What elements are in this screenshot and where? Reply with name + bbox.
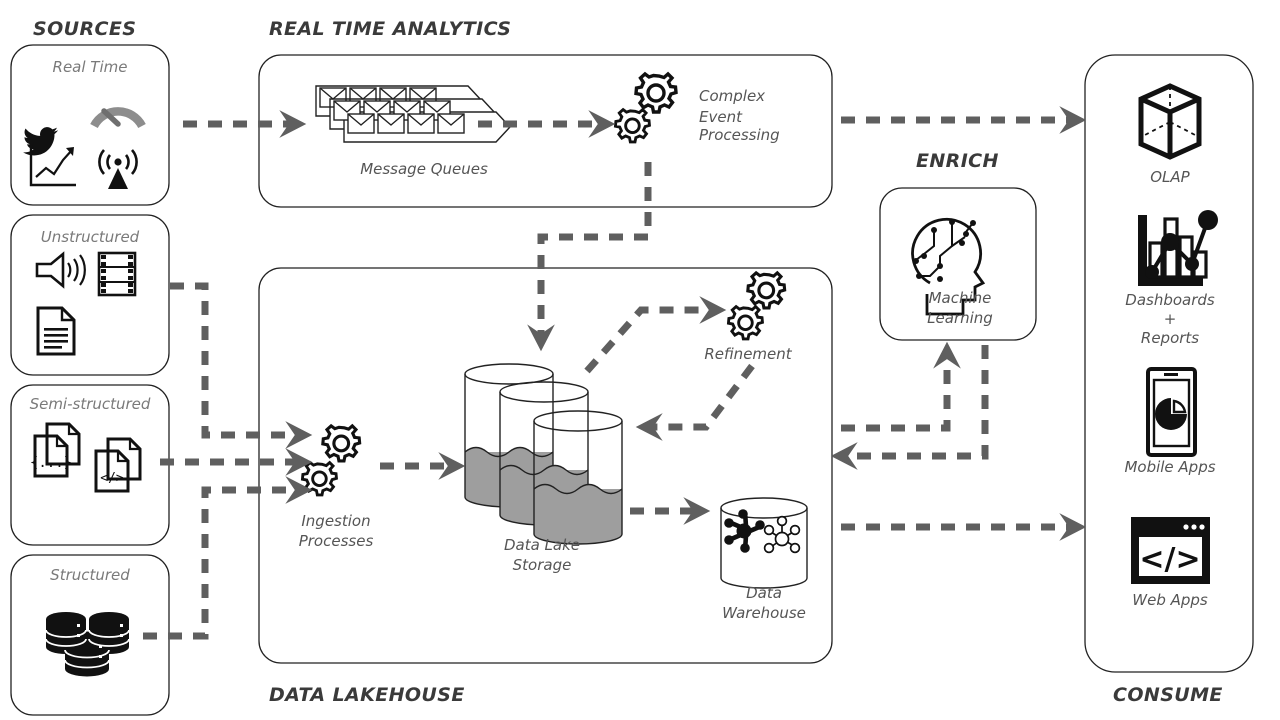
label-ingestion-line-1: Ingestion (301, 512, 370, 530)
label-cep-line-3: Processing (699, 126, 780, 144)
heading-realtime: REAL TIME ANALYTICS (269, 18, 511, 40)
consume-item-web-apps[interactable]: </> Web Apps (1131, 517, 1210, 609)
label-dashboards-line-2: + (1164, 310, 1177, 328)
label-mobile-apps: Mobile Apps (1124, 458, 1215, 476)
panel-machine-learning[interactable]: Machine Learning (879, 187, 1037, 341)
label-ml-line-2: Learning (927, 309, 993, 327)
label-message-queues: Message Queues (360, 160, 488, 178)
source-label-semi-structured: Semi-structured (30, 395, 151, 413)
label-olap: OLAP (1150, 168, 1190, 186)
label-warehouse-line-1: Data (746, 584, 782, 602)
panel-consume: OLAP Dashboards + Reports Mobile Apps </… (1084, 54, 1254, 673)
heading-consume: CONSUME (1113, 684, 1223, 706)
label-ingestion-line-2: Processes (299, 532, 374, 550)
label-refinement: Refinement (704, 345, 792, 363)
source-box-semi-structured[interactable]: Semi-structured {...} </> (10, 384, 170, 546)
heading-sources: SOURCES (33, 18, 136, 40)
svg-text:{...}: {...} (30, 455, 72, 471)
heading-enrich: ENRICH (916, 150, 999, 172)
label-ml-line-1: Machine (929, 289, 992, 307)
panel-data-lakehouse: Ingestion Processes Data Lake Storage Re… (258, 267, 833, 664)
source-label-structured: Structured (50, 566, 130, 584)
browser-code-icon: </> (1131, 517, 1210, 584)
panel-real-time-analytics: Message Queues Complex Event Processing (258, 54, 833, 208)
svg-text:</>: </> (100, 471, 124, 486)
source-box-real-time[interactable]: Real Time (10, 44, 170, 206)
svg-text:</>: </> (1139, 542, 1200, 577)
label-data-lake-line-1: Data Lake (504, 536, 580, 554)
source-label-unstructured: Unstructured (41, 228, 140, 246)
arrow-lakehouse-to-machine-learning (841, 341, 961, 432)
source-box-unstructured[interactable]: Unstructured (10, 214, 170, 376)
source-label-real-time: Real Time (53, 58, 128, 76)
label-warehouse-line-2: Warehouse (722, 604, 806, 622)
label-cep-line-1: Complex (699, 87, 765, 105)
label-dashboards-line-1: Dashboards (1125, 291, 1215, 309)
label-dashboards-line-3: Reports (1141, 329, 1199, 347)
heading-lakehouse: DATA LAKEHOUSE (269, 684, 465, 706)
diagram-canvas: SOURCES REAL TIME ANALYTICS ENRICH DATA … (0, 0, 1280, 720)
label-cep-line-2: Event (699, 108, 743, 126)
arrow-machine-learning-to-lakehouse (830, 345, 989, 470)
label-web-apps: Web Apps (1132, 591, 1208, 609)
label-data-lake-line-2: Storage (513, 556, 572, 574)
